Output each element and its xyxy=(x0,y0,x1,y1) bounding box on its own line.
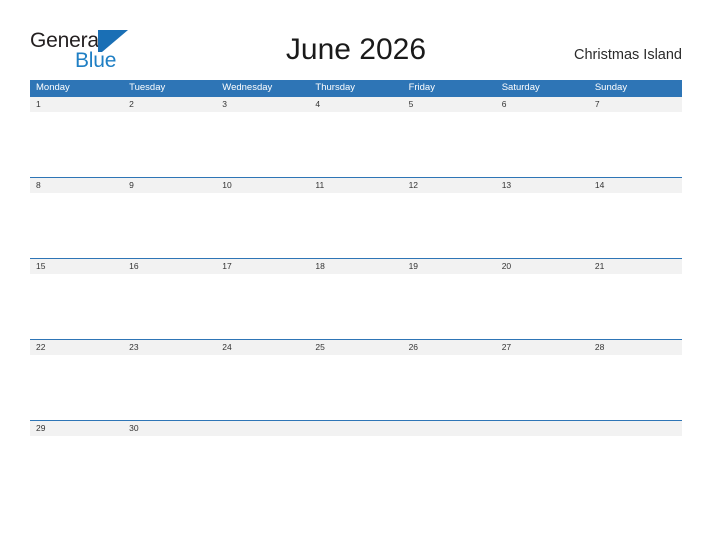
calendar-grid: Monday Tuesday Wednesday Thursday Friday… xyxy=(30,80,682,501)
day-cell[interactable]: 11 xyxy=(309,178,402,193)
week-date-band: 8 9 10 11 12 13 14 xyxy=(30,177,682,193)
day-cell[interactable]: 30 xyxy=(123,421,216,436)
week-event-area[interactable] xyxy=(30,193,682,257)
day-cell[interactable]: 13 xyxy=(496,178,589,193)
week-date-band: 15 16 17 18 19 20 21 xyxy=(30,258,682,274)
day-cell[interactable]: 9 xyxy=(123,178,216,193)
weekday-header-row: Monday Tuesday Wednesday Thursday Friday… xyxy=(30,80,682,96)
week-date-band: 1 2 3 4 5 6 7 xyxy=(30,96,682,112)
day-cell-empty xyxy=(589,421,682,436)
weekday-header-tuesday: Tuesday xyxy=(129,82,166,93)
day-cell[interactable]: 27 xyxy=(496,340,589,355)
week-event-area[interactable] xyxy=(30,112,682,176)
day-cell[interactable]: 5 xyxy=(403,97,496,112)
week-date-band: 22 23 24 25 26 27 28 xyxy=(30,339,682,355)
day-cell-empty xyxy=(216,421,309,436)
day-cell-empty xyxy=(309,421,402,436)
day-cell[interactable]: 15 xyxy=(30,259,123,274)
week-row: 1 2 3 4 5 6 7 xyxy=(30,96,682,177)
weekday-header-thursday: Thursday xyxy=(315,82,356,93)
day-cell[interactable]: 14 xyxy=(589,178,682,193)
weekday-header-monday: Monday xyxy=(36,82,70,93)
day-cell[interactable]: 18 xyxy=(309,259,402,274)
day-cell[interactable]: 10 xyxy=(216,178,309,193)
day-cell[interactable]: 4 xyxy=(309,97,402,112)
day-cell[interactable]: 29 xyxy=(30,421,123,436)
day-cell[interactable]: 3 xyxy=(216,97,309,112)
day-cell[interactable]: 24 xyxy=(216,340,309,355)
week-date-band: 29 30 xyxy=(30,420,682,436)
day-cell[interactable]: 23 xyxy=(123,340,216,355)
weekday-header-wednesday: Wednesday xyxy=(222,82,273,93)
day-cell[interactable]: 26 xyxy=(403,340,496,355)
week-row: 8 9 10 11 12 13 14 xyxy=(30,177,682,258)
day-cell[interactable]: 1 xyxy=(30,97,123,112)
day-cell[interactable]: 28 xyxy=(589,340,682,355)
day-cell[interactable]: 2 xyxy=(123,97,216,112)
day-cell[interactable]: 6 xyxy=(496,97,589,112)
weekday-header-sunday: Sunday xyxy=(594,82,628,93)
day-cell[interactable]: 25 xyxy=(309,340,402,355)
weekday-header-friday: Friday xyxy=(408,82,435,93)
week-event-area[interactable] xyxy=(30,436,682,500)
day-cell-empty xyxy=(496,421,589,436)
week-row: 22 23 24 25 26 27 28 xyxy=(30,339,682,420)
weekday-header-saturday: Saturday xyxy=(501,82,540,93)
day-cell[interactable]: 12 xyxy=(403,178,496,193)
week-row: 15 16 17 18 19 20 21 xyxy=(30,258,682,339)
day-cell[interactable]: 21 xyxy=(589,259,682,274)
calendar-page: General Blue June 2026 Christmas Island … xyxy=(0,0,712,550)
day-cell[interactable]: 20 xyxy=(496,259,589,274)
week-event-area[interactable] xyxy=(30,274,682,338)
page-header: General Blue June 2026 Christmas Island xyxy=(0,0,712,80)
day-cell[interactable]: 7 xyxy=(589,97,682,112)
location-label: Christmas Island xyxy=(574,47,682,63)
week-row: 29 30 xyxy=(30,420,682,501)
day-cell[interactable]: 16 xyxy=(123,259,216,274)
day-cell[interactable]: 19 xyxy=(403,259,496,274)
week-event-area[interactable] xyxy=(30,355,682,419)
day-cell[interactable]: 8 xyxy=(30,178,123,193)
day-cell-empty xyxy=(403,421,496,436)
day-cell[interactable]: 17 xyxy=(216,259,309,274)
day-cell[interactable]: 22 xyxy=(30,340,123,355)
